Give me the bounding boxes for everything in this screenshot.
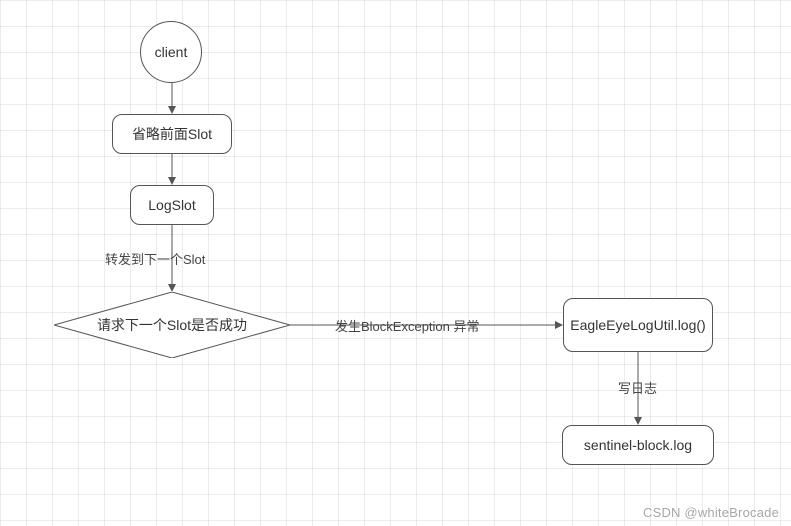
- node-client: client: [140, 21, 202, 83]
- node-sentinel-block-log-label: sentinel-block.log: [584, 436, 692, 454]
- node-sentinel-block-log: sentinel-block.log: [562, 425, 714, 465]
- arrow: [171, 83, 173, 114]
- node-log-slot-label: LogSlot: [148, 196, 195, 214]
- arrow: [171, 154, 173, 185]
- node-decision-label: 请求下一个Slot是否成功: [54, 292, 290, 358]
- node-eagle-eye-log: EagleEyeLogUtil.log(): [563, 298, 713, 352]
- node-omit-slot: 省略前面Slot: [112, 114, 232, 154]
- edge-label-block-exception: 发生BlockException 异常: [335, 316, 480, 335]
- edge-label-forward-next: 转发到下一个Slot: [105, 249, 205, 268]
- edge-label-write-log: 写日志: [618, 378, 657, 397]
- node-omit-slot-label: 省略前面Slot: [132, 125, 212, 143]
- node-decision: 请求下一个Slot是否成功: [54, 292, 290, 358]
- node-client-label: client: [155, 43, 188, 61]
- watermark: CSDN @whiteBrocade: [643, 505, 779, 520]
- node-log-slot: LogSlot: [130, 185, 214, 225]
- node-eagle-eye-log-label: EagleEyeLogUtil.log(): [570, 316, 705, 334]
